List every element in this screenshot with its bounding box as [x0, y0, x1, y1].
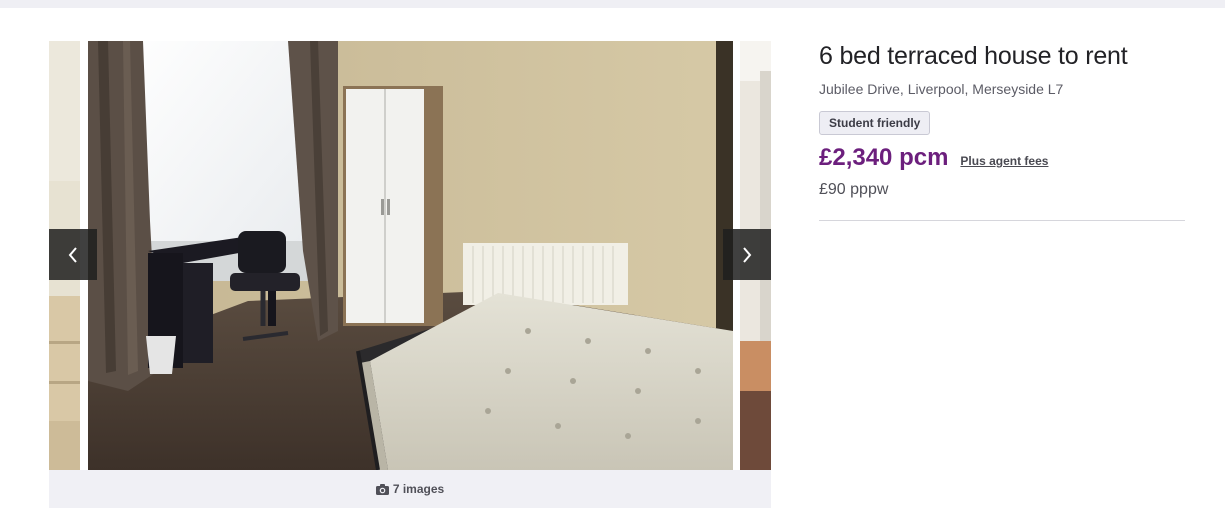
chevron-right-icon — [743, 246, 752, 263]
gallery-viewport — [49, 41, 771, 470]
image-count-bar[interactable]: 7 images — [49, 470, 771, 508]
photo-gallery: 7 images — [49, 41, 771, 508]
listing-details: 6 bed terraced house to rent Jubilee Dri… — [819, 41, 1185, 221]
camera-icon — [375, 483, 389, 495]
listing-price: £2,340 pcm — [819, 144, 949, 171]
student-friendly-badge: Student friendly — [819, 111, 931, 135]
details-divider — [819, 220, 1185, 221]
listing-address: Jubilee Drive, Liverpool, Merseyside L7 — [819, 81, 1064, 97]
next-photo-button[interactable] — [723, 229, 771, 280]
agent-fees-link[interactable]: Plus agent fees — [960, 154, 1048, 168]
image-count-label: 7 images — [392, 482, 445, 496]
top-bar — [0, 0, 1225, 8]
previous-photo-button[interactable] — [49, 229, 97, 280]
chevron-left-icon — [68, 246, 77, 263]
price-row: £2,340 pcm Plus agent fees — [819, 144, 1185, 172]
price-per-person-weekly: £90 pppw — [819, 181, 889, 198]
listing-title: 6 bed terraced house to rent — [819, 42, 1128, 70]
main-photo[interactable] — [88, 41, 733, 470]
